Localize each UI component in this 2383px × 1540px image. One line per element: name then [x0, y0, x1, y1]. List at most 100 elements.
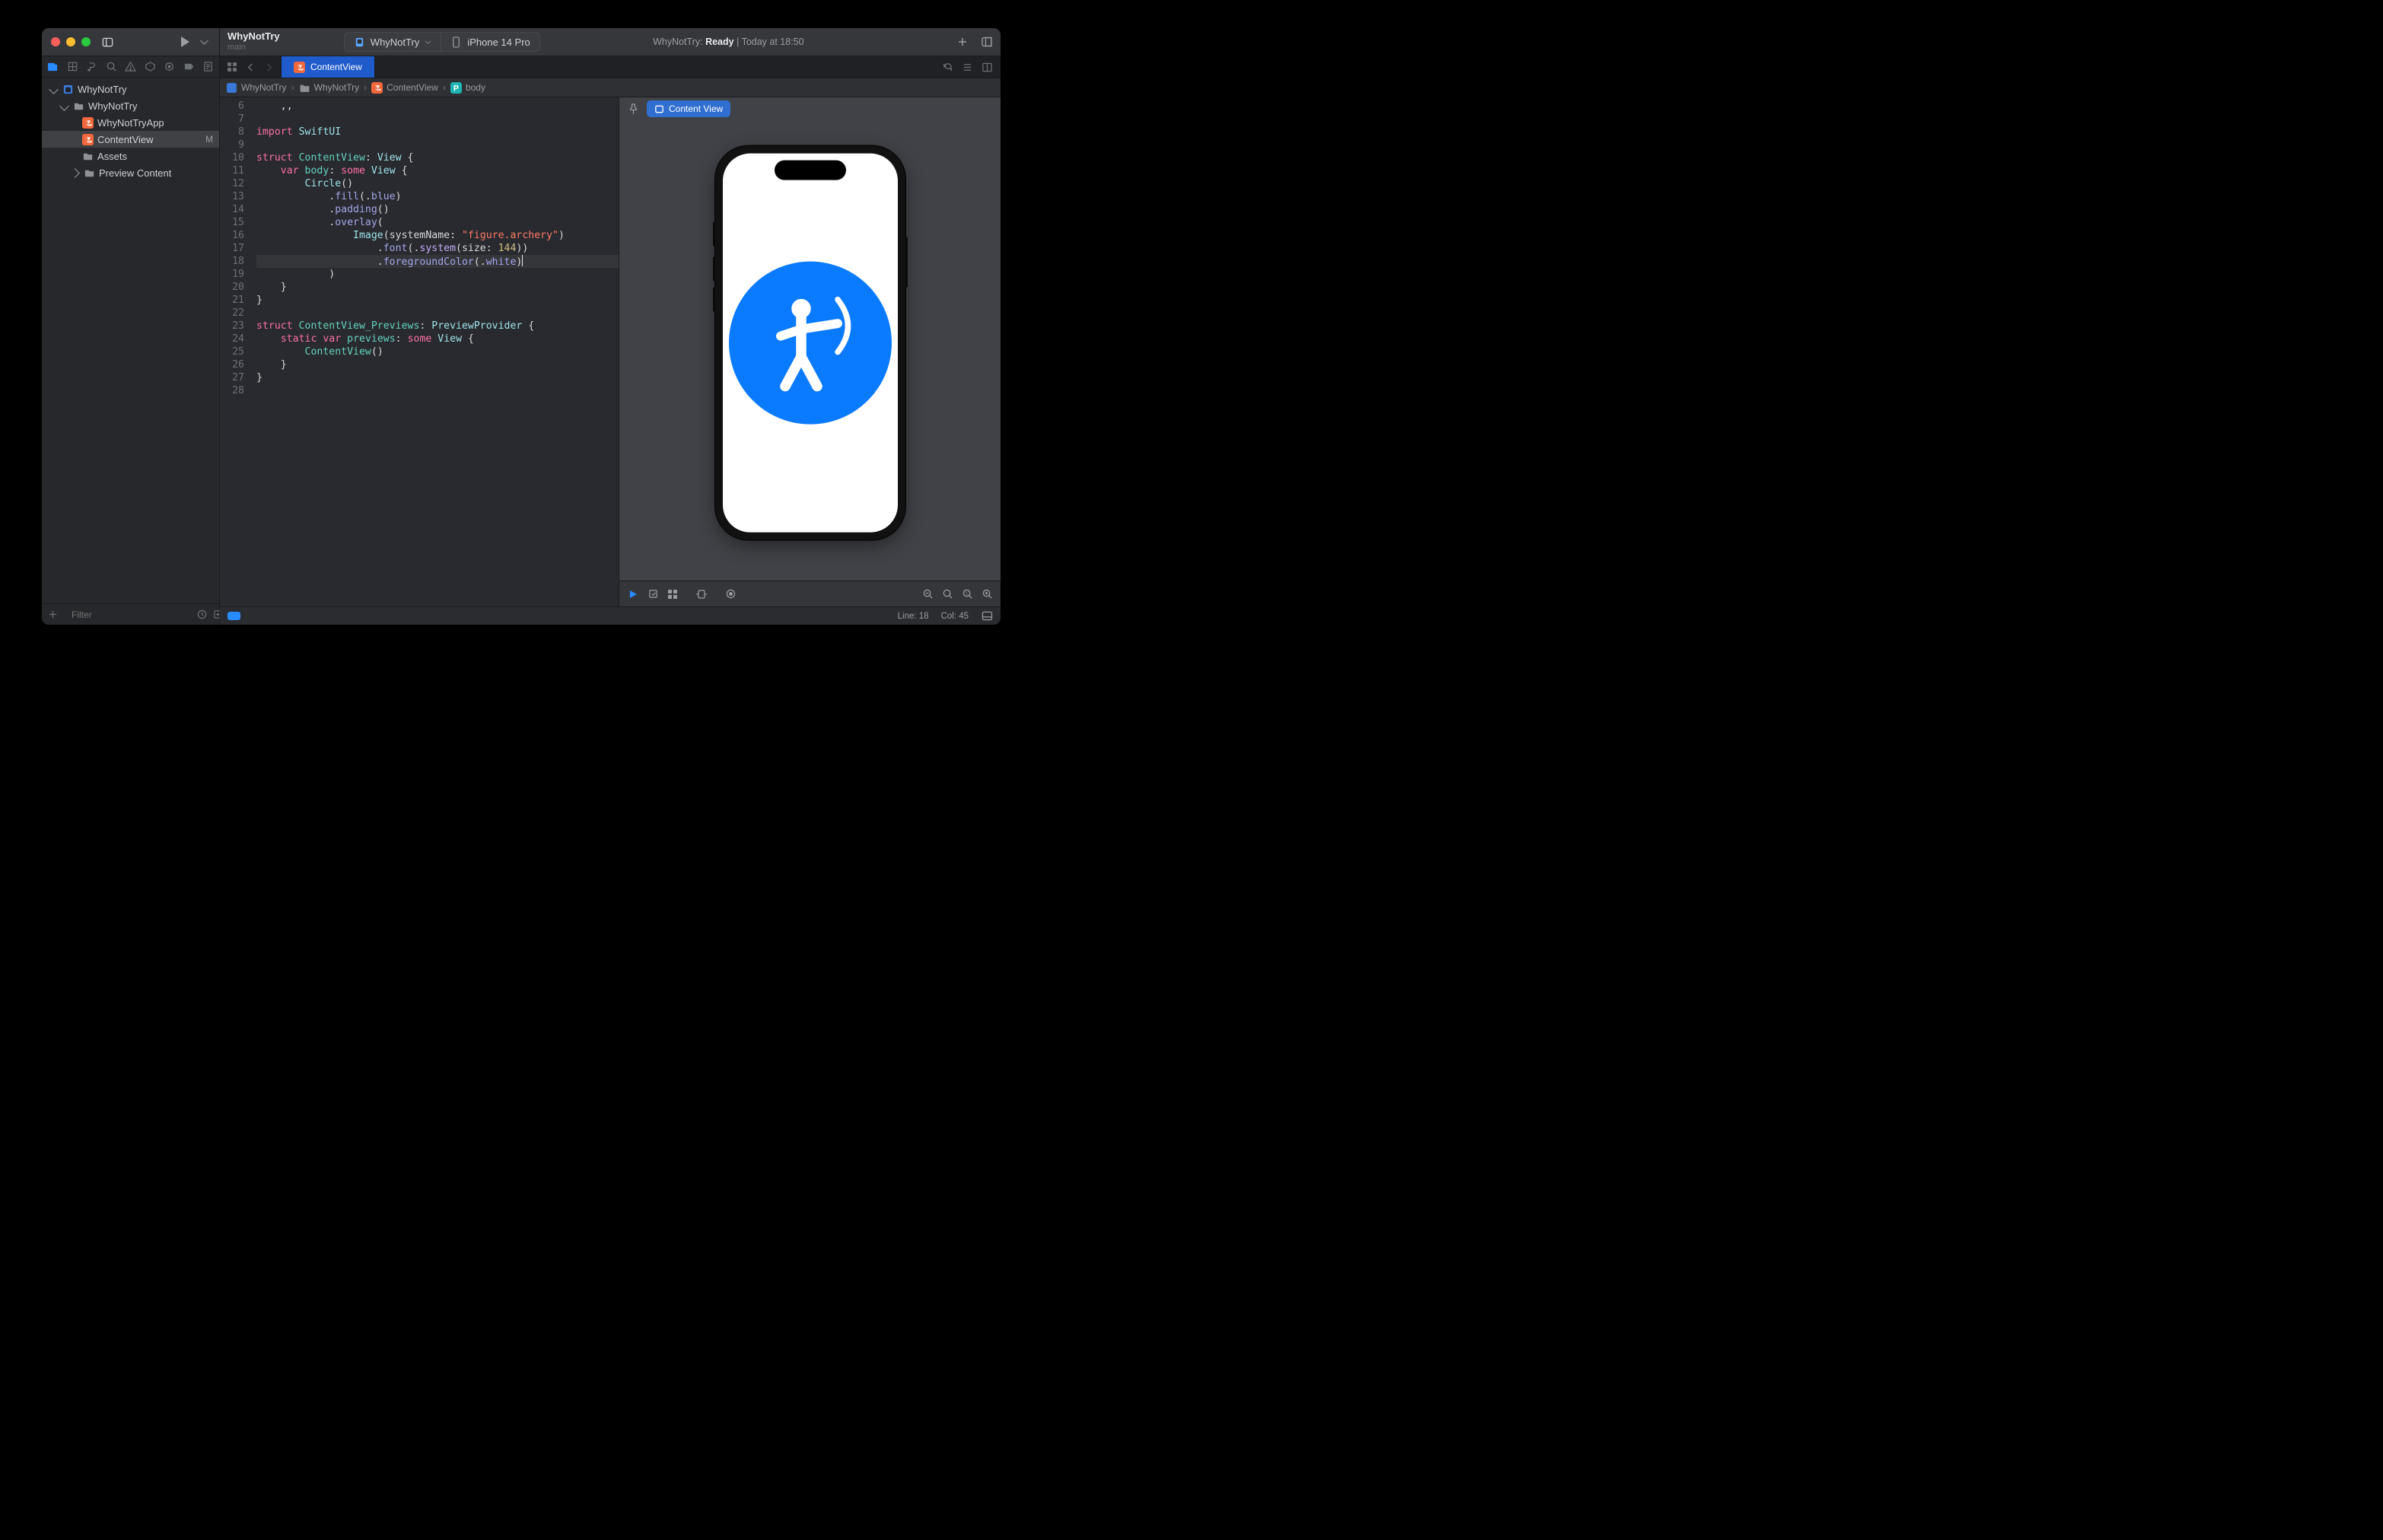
project-navigator-icon[interactable]	[46, 60, 59, 73]
main-area: ContentView WhyNotTry › WhyNotTry	[220, 56, 1001, 625]
canvas-body[interactable]	[619, 120, 1001, 581]
navigator-tabs	[42, 56, 219, 78]
swift-file-row-selected[interactable]: ContentView M	[42, 131, 219, 148]
scheme-control: WhyNotTry iPhone 14 Pro	[344, 32, 540, 52]
project-info[interactable]: WhyNotTry main	[227, 31, 280, 52]
filter-input[interactable]	[70, 609, 191, 621]
jumpbar-symbol[interactable]: P body	[450, 82, 485, 94]
jumpbar-file[interactable]: ContentView	[371, 82, 438, 94]
scheme-target-button[interactable]: WhyNotTry	[344, 32, 442, 52]
library-button[interactable]	[981, 36, 993, 48]
editor-tab-label: ContentView	[310, 62, 362, 72]
minimize-window-button[interactable]	[66, 37, 75, 46]
editor-options-icon[interactable]	[961, 61, 973, 73]
swift-file-icon	[82, 117, 94, 129]
navigator: WhyNotTry WhyNotTry WhyNotTryApp Content…	[42, 56, 220, 625]
project-name: WhyNotTry	[227, 31, 280, 43]
scheme-device-button[interactable]: iPhone 14 Pro	[441, 32, 539, 52]
editor-canvas-split: 6789101112131415161718192021222324252627…	[220, 97, 1001, 606]
jump-bar[interactable]: WhyNotTry › WhyNotTry › ContentView › P …	[220, 78, 1001, 97]
run-button[interactable]	[181, 37, 189, 47]
assets-row[interactable]: Assets	[42, 148, 219, 164]
zoom-fit-icon[interactable]	[941, 588, 953, 600]
toggle-navigator-icon[interactable]	[101, 36, 113, 48]
swift-file-icon	[294, 62, 305, 73]
titlebar-main: WhyNotTry main WhyNotTry iPhone 14 Pro W…	[220, 28, 1001, 56]
gutter: 6789101112131415161718192021222324252627…	[220, 97, 252, 606]
preview-selector-label: Content View	[669, 103, 723, 114]
debug-navigator-icon[interactable]	[163, 60, 176, 73]
dynamic-island	[775, 160, 846, 180]
zoom-window-button[interactable]	[81, 37, 91, 46]
scm-modified-badge: M	[205, 134, 213, 145]
swift-file-row[interactable]: WhyNotTryApp	[42, 114, 219, 131]
zoom-out-icon[interactable]	[921, 588, 934, 600]
forward-button[interactable]	[262, 61, 275, 73]
folder-icon	[84, 167, 95, 179]
titlebar: WhyNotTry main WhyNotTry iPhone 14 Pro W…	[42, 28, 1001, 56]
assets-icon	[82, 151, 94, 162]
figure-archery-icon	[753, 285, 867, 399]
variants-icon[interactable]	[667, 588, 679, 600]
scheme-target-label: WhyNotTry	[371, 37, 420, 48]
report-navigator-icon[interactable]	[202, 60, 215, 73]
code-area[interactable]: ,,import SwiftUIstruct ContentView: View…	[252, 97, 619, 606]
zoom-actual-icon[interactable]: 1	[961, 588, 973, 600]
related-items-icon[interactable]	[226, 61, 238, 73]
issue-navigator-icon[interactable]	[124, 60, 137, 73]
run-menu-chevron[interactable]	[199, 37, 210, 48]
navigator-tree[interactable]: WhyNotTry WhyNotTry WhyNotTryApp Content…	[42, 78, 219, 603]
jumpbar-folder[interactable]: WhyNotTry	[299, 82, 360, 94]
scheme-device-label: iPhone 14 Pro	[467, 37, 530, 48]
canvas-toolbar-bottom: 1	[619, 581, 1001, 606]
close-window-button[interactable]	[51, 37, 60, 46]
device-frame	[715, 145, 905, 539]
preview-content-row[interactable]: Preview Content	[42, 164, 219, 181]
project-row[interactable]: WhyNotTry	[42, 81, 219, 97]
zoom-in-icon[interactable]	[981, 588, 993, 600]
xcode-window: WhyNotTry main WhyNotTry iPhone 14 Pro W…	[41, 27, 1001, 625]
device-settings-icon[interactable]	[695, 588, 708, 600]
add-editor-icon[interactable]	[981, 61, 993, 73]
device-screen	[723, 153, 898, 532]
traffic-lights	[51, 37, 91, 46]
back-button[interactable]	[244, 61, 256, 73]
folder-row[interactable]: WhyNotTry	[42, 97, 219, 114]
preview-selector[interactable]: Content View	[647, 100, 730, 117]
editor-tab-active[interactable]: ContentView	[282, 56, 375, 78]
breakpoint-navigator-icon[interactable]	[183, 60, 196, 73]
add-file-icon[interactable]	[48, 609, 58, 621]
jumpbar-project[interactable]: WhyNotTry	[226, 82, 287, 94]
debug-breakpoint-toggle[interactable]	[227, 612, 240, 620]
body: WhyNotTry WhyNotTry WhyNotTryApp Content…	[42, 56, 1001, 625]
folder-icon	[73, 100, 84, 112]
cursor-line: Line: 18	[898, 612, 929, 621]
tab-bar-left	[220, 56, 282, 78]
tab-bar-right	[934, 56, 1001, 78]
activity-status[interactable]: WhyNotTry: Ready | Today at 18:50	[653, 37, 804, 47]
tab-bar: ContentView	[220, 56, 1001, 78]
navigator-filter	[42, 603, 219, 625]
selectable-preview-icon[interactable]	[647, 588, 659, 600]
titlebar-right	[956, 36, 993, 48]
project-branch: main	[227, 43, 280, 52]
swift-file-icon	[82, 134, 94, 145]
xcodeproj-icon	[62, 84, 74, 95]
pin-preview-icon[interactable]	[627, 103, 639, 115]
find-navigator-icon[interactable]	[105, 60, 118, 73]
live-preview-icon[interactable]	[627, 588, 639, 600]
preview-providers-icon[interactable]	[724, 588, 737, 600]
source-control-navigator-icon[interactable]	[66, 60, 79, 73]
svg-text:P: P	[453, 84, 459, 93]
status-bar: Line: 18 Col: 45	[220, 606, 1001, 625]
source-editor[interactable]: 6789101112131415161718192021222324252627…	[220, 97, 619, 606]
preview-canvas: Content View	[619, 97, 1001, 606]
refresh-icon[interactable]	[941, 61, 953, 73]
cursor-col: Col: 45	[941, 612, 969, 621]
recent-filter-icon[interactable]	[197, 609, 207, 621]
titlebar-left	[42, 28, 220, 56]
test-navigator-icon[interactable]	[144, 60, 157, 73]
symbol-navigator-icon[interactable]	[85, 60, 98, 73]
add-button[interactable]	[956, 36, 969, 48]
toggle-debug-area-icon[interactable]	[981, 610, 993, 622]
